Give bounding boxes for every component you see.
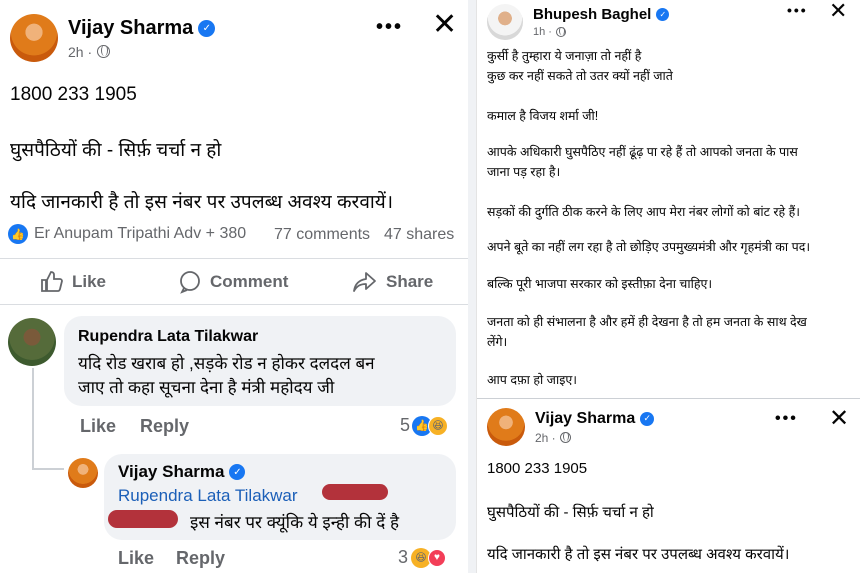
post-time[interactable]: 2h · — [68, 44, 92, 60]
globe-icon — [97, 45, 111, 58]
post-paragraph: बल्कि पूरी भाजपा सरकार को इस्तीफ़ा देना … — [487, 277, 713, 291]
redaction-scribble — [108, 510, 178, 528]
divider — [477, 398, 860, 399]
reply-reactions[interactable]: 3 😆 ♥ — [398, 547, 447, 568]
comment-reaction-count: 5 — [400, 415, 411, 435]
post-paragraph: कमाल है विजय शर्मा जी! — [487, 109, 599, 123]
post-time[interactable]: 1h · — [533, 26, 552, 38]
post-header: Vijay Sharma ✓ 2h · — [10, 14, 216, 62]
reply-like-label: Like — [118, 548, 155, 568]
heart-reaction-icon: ♥ — [428, 548, 447, 567]
comment-bubble: Rupendra Lata Tilakwar यदि रोड खराब हो ,… — [64, 316, 456, 406]
thumbs-up-icon — [41, 271, 63, 292]
share-button[interactable]: Share — [352, 270, 433, 294]
post-line-number: 1800 233 1905 — [10, 84, 137, 105]
comment-text: यदि रोड खराब हो ,सड़के रोड न होकर दलदल ब… — [78, 354, 375, 397]
more-dots-icon[interactable]: ••• — [775, 410, 798, 428]
globe-icon — [559, 432, 571, 443]
author-avatar[interactable] — [10, 14, 58, 62]
comment-bubble-icon — [180, 271, 200, 294]
quoted-post-time[interactable]: 2h · — [535, 431, 556, 445]
reactions-summary[interactable]: 👍 Er Anupam Tripathi Adv + 380 — [8, 224, 246, 244]
globe-icon — [555, 27, 566, 37]
post-paragraph: जनता को ही संभालना है और हमें ही देखना ह… — [487, 315, 807, 349]
like-button[interactable]: Like — [40, 270, 106, 294]
like-reaction-icon: 👍 — [8, 224, 28, 244]
comments-count[interactable]: 77 comments — [274, 226, 370, 244]
quoted-author-name[interactable]: Vijay Sharma — [535, 410, 635, 428]
left-screenshot: Vijay Sharma ✓ 2h · ••• ✕ 1800 233 1905 … — [0, 0, 468, 573]
more-dots-icon[interactable]: ••• — [376, 16, 403, 39]
post-line-request: यदि जानकारी है तो इस नंबर पर उपलब्ध अवश्… — [10, 192, 394, 213]
close-icon[interactable]: ✕ — [829, 404, 849, 433]
comment-reactions[interactable]: 5 👍 😆 — [400, 415, 449, 436]
author-name[interactable]: Vijay Sharma — [68, 17, 193, 40]
divider — [0, 304, 468, 305]
redaction-scribble — [322, 484, 388, 500]
verified-check-icon: ✓ — [229, 464, 246, 480]
reply-reaction-count: 3 — [398, 547, 409, 567]
quoted-line-headline: घुसपैठियों की - सिर्फ़ चर्चा न हो — [487, 504, 654, 521]
comment-author[interactable]: Rupendra Lata Tilakwar — [78, 328, 442, 346]
comment-like-label: Like — [80, 416, 117, 436]
divider — [0, 258, 468, 259]
share-label: Share — [386, 272, 434, 291]
post-paragraph: सड़कों की दुर्गति ठीक करने के लिए आप मेर… — [487, 205, 800, 219]
author-avatar[interactable] — [487, 4, 523, 40]
post-paragraph: आप दफ़ा हो जाइए। — [487, 373, 577, 387]
quoted-line-request: यदि जानकारी है तो इस नंबर पर उपलब्ध अवश्… — [487, 546, 790, 563]
comment-reply-label: Reply — [140, 416, 190, 436]
comment-label: Comment — [210, 272, 289, 291]
quoted-line-number: 1800 233 1905 — [487, 460, 588, 477]
quoted-post-header: Vijay Sharma ✓ 2h · — [487, 408, 655, 446]
shares-count[interactable]: 47 shares — [384, 226, 454, 244]
thread-line — [32, 368, 34, 470]
reply-like-button[interactable]: Like — [118, 548, 154, 569]
verified-check-icon: ✓ — [640, 411, 655, 426]
share-arrow-icon — [353, 272, 376, 292]
post-paragraph: आपके अधिकारी घुसपैठिए नहीं ढूंढ़ पा रहे … — [487, 145, 798, 179]
author-name[interactable]: Bhupesh Baghel — [533, 6, 651, 23]
post-paragraph: कुर्सी है तुम्हारा ये जनाज़ा तो नहीं है … — [487, 49, 673, 83]
like-label: Like — [72, 272, 107, 291]
close-icon[interactable]: ✕ — [829, 0, 847, 24]
screenshot-divider — [468, 0, 476, 573]
post-header: Bhupesh Baghel ✓ 1h · — [487, 4, 670, 40]
right-screenshot: Bhupesh Baghel ✓ 1h · ••• ✕ कुर्सी है तु… — [476, 0, 860, 573]
verified-check-icon: ✓ — [656, 8, 670, 21]
comment-like-button[interactable]: Like — [80, 416, 116, 437]
commenter-avatar[interactable] — [8, 318, 56, 366]
thread-line — [32, 468, 64, 470]
reply-avatar[interactable] — [68, 458, 98, 488]
reply-author[interactable]: Vijay Sharma — [118, 462, 224, 482]
post-paragraph: अपने बूते का नहीं लग रहा है तो छोड़िए उप… — [487, 240, 811, 254]
comment-reply-button[interactable]: Reply — [140, 416, 189, 437]
verified-check-icon: ✓ — [198, 19, 216, 37]
comment-button[interactable]: Comment — [178, 270, 288, 294]
post-line-headline: घुसपैठियों की - सिर्फ़ चर्चा न हो — [10, 140, 222, 161]
reactors-text: Er Anupam Tripathi Adv + 380 — [34, 225, 247, 242]
close-icon[interactable]: ✕ — [432, 10, 457, 40]
reply-reply-button[interactable]: Reply — [176, 548, 225, 569]
quoted-author-avatar[interactable] — [487, 408, 525, 446]
more-dots-icon[interactable]: ••• — [787, 2, 808, 18]
reply-mention[interactable]: Rupendra Lata Tilakwar — [118, 486, 442, 506]
reply-reply-label: Reply — [176, 548, 226, 568]
haha-reaction-icon: 😆 — [428, 415, 449, 436]
